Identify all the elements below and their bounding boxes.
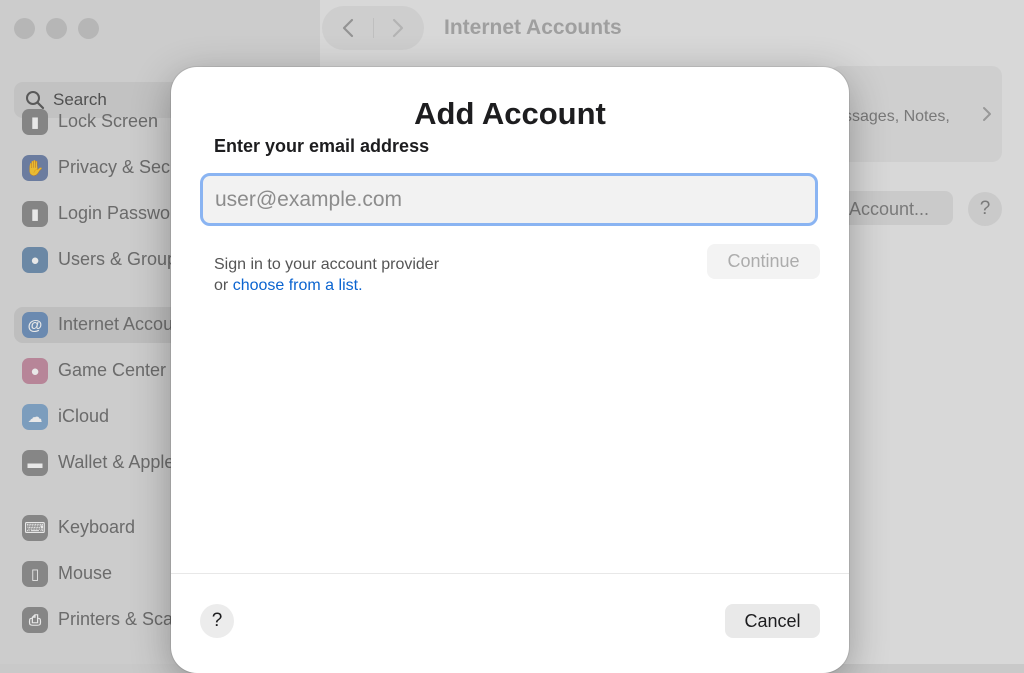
cancel-button[interactable]: Cancel xyxy=(725,604,820,638)
email-field[interactable] xyxy=(200,173,818,226)
help-button[interactable]: ? xyxy=(200,604,234,638)
choose-from-list-link[interactable]: choose from a list. xyxy=(233,277,363,294)
dialog-divider xyxy=(171,573,849,574)
email-field-label: Enter your email address xyxy=(214,136,430,156)
provider-hint-text: Sign in to your account provider xyxy=(214,256,440,273)
provider-hint: Sign in to your account provider or choo… xyxy=(214,254,439,296)
dialog-title: Add Account xyxy=(414,96,606,131)
continue-button[interactable]: Continue xyxy=(707,244,820,279)
provider-hint-or: or xyxy=(214,277,229,294)
add-account-dialog: Add Account Enter your email address Sig… xyxy=(171,67,849,673)
provider-hint-line2: or choose from a list. xyxy=(214,275,439,296)
